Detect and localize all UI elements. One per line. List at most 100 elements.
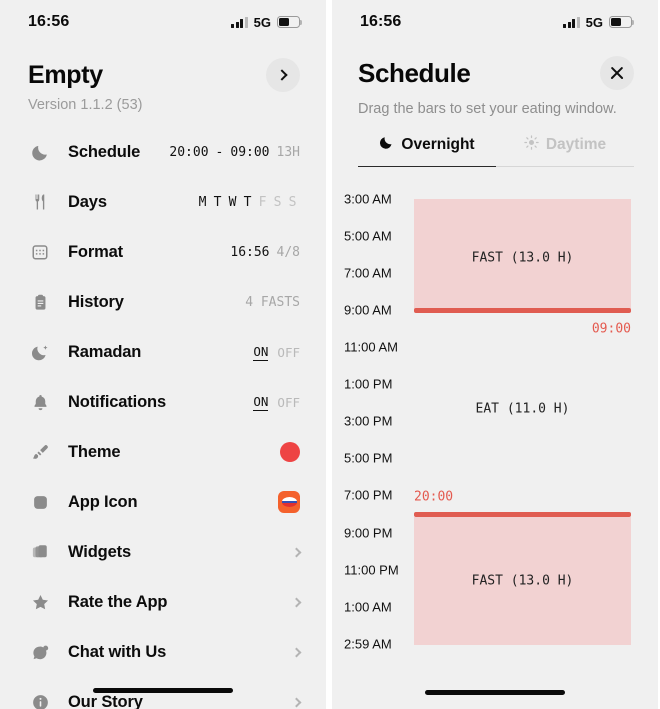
schedule-chart[interactable]: FAST (13.0 H) 09:00 EAT (11.0 H) 20:00 F… <box>332 181 658 653</box>
chevron-right-icon <box>291 547 302 557</box>
settings-label: Days <box>68 192 107 211</box>
home-indicator <box>93 688 233 693</box>
ramadan-on-option[interactable]: ON <box>253 344 269 361</box>
day-t2: T <box>243 194 252 210</box>
settings-list: Schedule 20:00 - 09:00 13H Days M T W T … <box>0 127 326 709</box>
settings-row-ramadan[interactable]: Ramadan ON OFF <box>0 327 326 377</box>
theme-value[interactable] <box>280 442 300 462</box>
close-button[interactable] <box>600 56 634 90</box>
eat-window-label: EAT (11.0 H) <box>475 401 570 417</box>
rate-value <box>291 597 302 607</box>
day-w: W <box>228 194 237 210</box>
status-bar-time: 16:56 <box>28 13 70 30</box>
page-title: Empty <box>28 60 103 89</box>
chevron-right-icon <box>276 69 288 81</box>
moon-icon <box>28 140 52 164</box>
settings-row-history[interactable]: History 4 FASTS <box>0 277 326 327</box>
day-s2: S <box>288 194 297 210</box>
tick-label: 3:00 PM <box>344 413 393 429</box>
tab-daytime[interactable]: Daytime <box>496 135 634 167</box>
network-type-label: 5G <box>253 14 271 30</box>
chevron-right-icon <box>291 597 302 607</box>
schedule-duration: 13H <box>276 144 300 160</box>
status-bar-time: 16:56 <box>360 13 402 30</box>
our-story-value <box>291 697 302 707</box>
history-count: 4 FASTS <box>245 294 300 310</box>
sun-icon <box>524 135 539 155</box>
settings-row-widgets[interactable]: Widgets <box>0 527 326 577</box>
right-phone-screen: 16:56 5G Schedule Drag the bars to set y… <box>330 0 658 709</box>
version-label: Version 1.1.2 (53) <box>28 97 143 113</box>
chat-value <box>291 647 302 657</box>
status-bar-indicators: 5G <box>563 15 635 30</box>
settings-label: Theme <box>68 442 121 461</box>
tab-overnight[interactable]: Overnight <box>358 135 496 167</box>
schedule-dash: - <box>215 144 224 160</box>
history-value: 4 FASTS <box>245 295 300 310</box>
settings-row-chat-with-us[interactable]: Chat with Us <box>0 627 326 677</box>
tick-label: 2:59 AM <box>344 636 392 652</box>
notifications-on-option[interactable]: ON <box>253 394 269 411</box>
moon-icon <box>379 135 394 155</box>
tab-label: Daytime <box>545 136 607 153</box>
app-icon-value[interactable] <box>278 491 300 513</box>
format-primary: 16:56 <box>230 244 270 260</box>
settings-label: History <box>68 292 124 311</box>
tick-label: 7:00 AM <box>344 265 392 281</box>
ramadan-toggle[interactable]: ON OFF <box>253 344 300 361</box>
format-value: 16:56 4/8 <box>230 245 300 260</box>
clipboard-icon <box>28 290 52 314</box>
settings-row-format[interactable]: Format 16:56 4/8 <box>0 227 326 277</box>
crescent-star-icon <box>28 340 52 364</box>
widgets-icon <box>28 540 52 564</box>
fast-end-handle[interactable] <box>414 308 631 313</box>
forward-button[interactable] <box>266 58 300 92</box>
tab-label: Overnight <box>401 136 475 153</box>
settings-label: Chat with Us <box>68 642 167 661</box>
settings-label: Rate the App <box>68 592 168 611</box>
tick-label: 5:00 AM <box>344 228 392 244</box>
left-phone-screen: 16:56 5G Empty Version 1.1.2 (53) Schedu… <box>0 0 328 709</box>
notifications-off-option[interactable]: OFF <box>277 395 300 410</box>
calendar-icon <box>28 240 52 264</box>
settings-row-days[interactable]: Days M T W T F S S <box>0 177 326 227</box>
cellular-signal-icon <box>231 16 248 28</box>
home-indicator <box>425 690 565 695</box>
settings-row-rate-the-app[interactable]: Rate the App <box>0 577 326 627</box>
settings-row-notifications[interactable]: Notifications ON OFF <box>0 377 326 427</box>
settings-row-theme[interactable]: Theme <box>0 427 326 477</box>
paintbrush-icon <box>28 440 52 464</box>
app-icon-preview[interactable] <box>278 491 300 513</box>
notifications-toggle[interactable]: ON OFF <box>253 394 300 411</box>
day-s1: S <box>273 194 282 210</box>
status-bar: 16:56 5G <box>0 0 326 44</box>
settings-row-schedule[interactable]: Schedule 20:00 - 09:00 13H <box>0 127 326 177</box>
info-icon <box>28 690 52 709</box>
tick-label: 5:00 PM <box>344 450 393 466</box>
day-f: F <box>258 194 267 210</box>
fast-bar-evening-label: FAST (13.0 H) <box>471 573 574 589</box>
tick-label: 1:00 AM <box>344 599 392 615</box>
settings-label: Widgets <box>68 542 131 561</box>
theme-color-swatch[interactable] <box>280 442 300 462</box>
settings-row-app-icon[interactable]: App Icon <box>0 477 326 527</box>
schedule-start: 20:00 <box>169 144 209 160</box>
tick-label: 3:00 AM <box>344 191 392 207</box>
app-icon-oval <box>281 497 297 507</box>
schedule-value: 20:00 - 09:00 13H <box>169 145 300 160</box>
settings-row-our-story[interactable]: Our Story <box>0 677 326 709</box>
status-bar: 16:56 5G <box>332 0 658 44</box>
settings-label: Format <box>68 242 124 261</box>
ramadan-off-option[interactable]: OFF <box>277 345 300 360</box>
settings-label: App Icon <box>68 492 138 511</box>
left-header: Empty Version 1.1.2 (53) <box>0 44 326 113</box>
battery-icon <box>277 16 303 28</box>
settings-label: Our Story <box>68 692 143 709</box>
tick-label: 9:00 AM <box>344 302 392 318</box>
bell-icon <box>28 390 52 414</box>
days-value: M T W T F S S <box>195 195 300 210</box>
day-t1: T <box>213 194 222 210</box>
star-icon <box>28 590 52 614</box>
tick-label: 9:00 PM <box>344 525 393 541</box>
rounded-square-icon <box>28 490 52 514</box>
